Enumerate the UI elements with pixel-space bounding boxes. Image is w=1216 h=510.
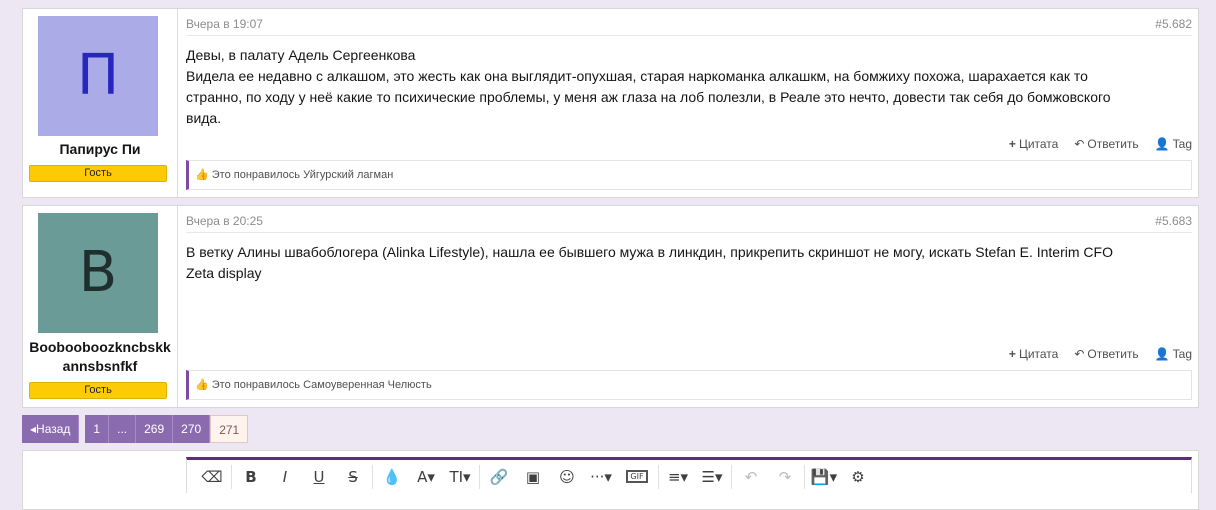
undo-icon[interactable]: ↶ xyxy=(734,468,768,486)
post-body: Девы, в палату Адель Сергеенкова Видела … xyxy=(186,45,1192,129)
username[interactable]: Папирус Пи xyxy=(27,140,173,159)
quote-label: Цитата xyxy=(1018,137,1059,151)
thumbs-up-icon: 👍 xyxy=(195,169,209,181)
pagination: ◂Назад 1 ... 269 270 271 xyxy=(22,415,249,443)
likes-bar: 👍 Это понравилось Самоуверенная Челюсть xyxy=(186,370,1192,400)
user-cell: П Папирус Пи Гость xyxy=(23,9,178,197)
page-269[interactable]: 269 xyxy=(136,415,174,443)
smiley-icon[interactable]: ☺ xyxy=(550,468,584,486)
toolbar-separator xyxy=(804,464,805,489)
tag-button[interactable]: 👤 Tag xyxy=(1155,347,1192,361)
tag-label: Tag xyxy=(1172,347,1192,361)
font-size-icon[interactable]: TI▾ xyxy=(443,468,477,486)
underline-icon[interactable]: U xyxy=(302,468,336,486)
post-actions: + Цитата ↶ Ответить 👤 Tag xyxy=(1009,347,1192,361)
toolbar-separator xyxy=(479,464,480,489)
user-role-badge: Гость xyxy=(29,165,167,182)
strikethrough-icon[interactable]: S xyxy=(336,468,370,486)
prev-page-button[interactable]: ◂Назад xyxy=(22,415,80,443)
post-body: В ветку Алины швабоблогера (Alinka Lifes… xyxy=(186,242,1192,284)
post-number[interactable]: #5.683 xyxy=(1155,212,1192,230)
post-line: вида. xyxy=(186,110,222,126)
prev-label: Назад xyxy=(36,422,71,436)
likes-text[interactable]: Это понравилось Уйгурский лагман xyxy=(212,169,394,181)
avatar-letter: B xyxy=(78,240,118,305)
editor-toolbar: ⌫ B I U S 💧 A▾ TI▾ 🔗 ▣ ☺ ···▾ GIF ≡▾ ☰▾ ↶ ↷ 💾▾ ⚙ xyxy=(186,457,1192,493)
tag-label: Tag xyxy=(1172,137,1192,151)
likes-bar: 👍 Это понравилось Уйгурский лагман xyxy=(186,160,1192,190)
tag-button[interactable]: 👤 Tag xyxy=(1155,137,1192,151)
reply-button[interactable]: ↶ Ответить xyxy=(1074,347,1138,361)
post-date[interactable]: Вчера в 19:07 xyxy=(186,17,263,31)
toolbar-separator xyxy=(231,464,232,489)
post-line: В ветку Алины швабоблогера (Alinka Lifes… xyxy=(186,244,1113,260)
link-icon[interactable]: 🔗 xyxy=(482,468,516,486)
bold-icon[interactable]: B xyxy=(234,468,268,486)
toolbar-separator xyxy=(372,464,373,489)
reply-label: Ответить xyxy=(1087,347,1139,361)
reply-arrow-icon: ↶ xyxy=(1074,137,1085,151)
message-cell: Вчера в 19:07 #5.682 Девы, в палату Адел… xyxy=(186,9,1192,197)
reply-arrow-icon: ↶ xyxy=(1074,347,1085,361)
toolbar-separator xyxy=(658,464,659,489)
page-1[interactable]: 1 xyxy=(85,415,110,443)
post-line: Видела ее недавно с алкашом, это жесть к… xyxy=(186,68,1088,84)
page-current[interactable]: 271 xyxy=(210,415,249,443)
username[interactable]: Boobooboozkncbskkannsbsnfkf xyxy=(27,338,173,376)
save-draft-icon[interactable]: 💾▾ xyxy=(807,468,841,486)
reply-button[interactable]: ↶ Ответить xyxy=(1074,137,1138,151)
post-actions: + Цитата ↶ Ответить 👤 Tag xyxy=(1009,137,1192,151)
thumbs-up-icon: 👍 xyxy=(195,379,209,391)
gif-icon[interactable]: GIF xyxy=(626,470,648,483)
post-5682: П Папирус Пи Гость Вчера в 19:07 #5.682 … xyxy=(22,8,1199,198)
post-line: Zeta display xyxy=(186,265,262,281)
font-family-icon[interactable]: A▾ xyxy=(409,468,443,486)
italic-icon[interactable]: I xyxy=(268,468,302,486)
redo-icon[interactable]: ↷ xyxy=(768,468,802,486)
user-cell: B Boobooboozkncbskkannsbsnfkf Гость xyxy=(23,206,178,407)
post-date[interactable]: Вчера в 20:25 xyxy=(186,214,263,228)
color-drop-icon[interactable]: 💧 xyxy=(375,468,409,486)
post-meta: Вчера в 20:25 #5.683 xyxy=(186,212,1192,233)
image-icon[interactable]: ▣ xyxy=(516,468,550,486)
post-number[interactable]: #5.682 xyxy=(1155,15,1192,33)
page-ellipsis[interactable]: ... xyxy=(109,415,137,443)
align-icon[interactable]: ≡▾ xyxy=(661,468,695,486)
user-icon: 👤 xyxy=(1154,137,1170,151)
avatar[interactable]: П xyxy=(38,16,158,136)
post-line: Девы, в палату Адель Сергеенкова xyxy=(186,47,416,63)
post-5683: B Boobooboozkncbskkannsbsnfkf Гость Вчер… xyxy=(22,205,1199,408)
post-meta: Вчера в 19:07 #5.682 xyxy=(186,15,1192,36)
list-icon[interactable]: ☰▾ xyxy=(695,468,729,486)
settings-icon[interactable]: ⚙ xyxy=(841,468,875,486)
message-cell: Вчера в 20:25 #5.683 В ветку Алины швабо… xyxy=(186,206,1192,407)
quote-button[interactable]: + Цитата xyxy=(1009,137,1058,151)
post-line: странно, по ходу у неё какие то психичес… xyxy=(186,89,1111,105)
reply-editor: ⌫ B I U S 💧 A▾ TI▾ 🔗 ▣ ☺ ···▾ GIF ≡▾ ☰▾ ↶ ↷ 💾▾ ⚙ xyxy=(22,450,1199,510)
quote-label: Цитата xyxy=(1018,347,1059,361)
toolbar-separator xyxy=(731,464,732,489)
page-270[interactable]: 270 xyxy=(173,415,211,443)
plus-icon: + xyxy=(1008,347,1016,361)
avatar-letter: П xyxy=(76,43,120,108)
plus-icon: + xyxy=(1008,137,1016,151)
eraser-icon[interactable]: ⌫ xyxy=(195,468,229,486)
user-role-badge: Гость xyxy=(29,382,167,399)
likes-text[interactable]: Это понравилось Самоуверенная Челюсть xyxy=(212,379,432,391)
more-icon[interactable]: ···▾ xyxy=(584,468,618,486)
user-icon: 👤 xyxy=(1154,347,1170,361)
avatar[interactable]: B xyxy=(38,213,158,333)
reply-label: Ответить xyxy=(1087,137,1139,151)
quote-button[interactable]: + Цитата xyxy=(1009,347,1058,361)
